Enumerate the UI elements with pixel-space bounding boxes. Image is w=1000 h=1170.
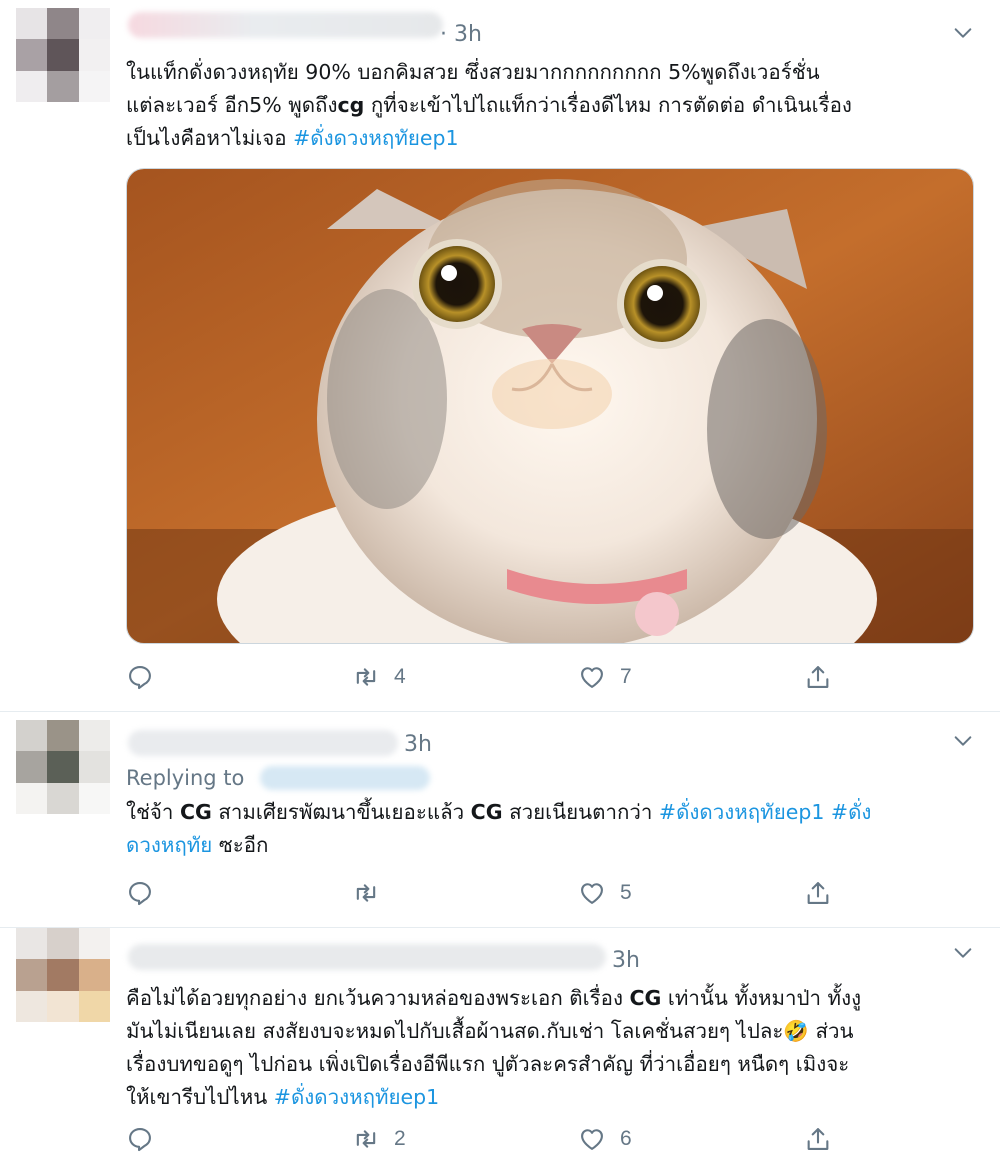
tweet-text-segment: เท่านั้น ทั้งหมาป่า ทั้งงู: [661, 986, 862, 1010]
share-button[interactable]: [804, 1122, 832, 1156]
like-button[interactable]: 7: [578, 660, 632, 694]
like-button[interactable]: 6: [578, 1122, 632, 1156]
reply-button[interactable]: [126, 1122, 154, 1156]
avatar[interactable]: [16, 8, 110, 102]
retweet-icon: [356, 884, 376, 902]
tweet-text-segment: เรื่องบทขอดูๆ ไปก่อน เพิ่งเปิดเรื่องอีพี…: [126, 1052, 850, 1076]
retweet-button[interactable]: [352, 876, 394, 910]
tweet-text-segment: สามเศียรพัฒนาขึ้นเยอะแล้ว: [211, 800, 471, 824]
tweet-text-segment: CG: [629, 986, 662, 1010]
tweet-text-segment: มันไม่เนียนเลย สงสัยงบจะหมดไปกับเสื้อผ้า…: [126, 1019, 854, 1043]
tweet-text-segment: สวยเนียนตากว่า: [502, 800, 659, 824]
tweet-text-segment: cg: [337, 93, 365, 117]
tweet-text: คือไม่ได้อวยทุกอย่าง ยกเว้นความหล่อของพร…: [126, 982, 976, 1114]
comment-icon: [129, 882, 151, 906]
comment-icon: [129, 666, 151, 690]
share-button[interactable]: [804, 876, 832, 910]
tweet-text: ในแท็กดั่งดวงหฤทัย 90% บอกคิมสวย ซึ่งสวย…: [126, 56, 976, 155]
tweet-timestamp[interactable]: · 3h: [440, 22, 482, 47]
retweet-button[interactable]: 4: [352, 660, 406, 694]
share-icon: [807, 882, 829, 904]
tweet-text-segment: CG: [179, 800, 212, 824]
retweet-icon: [356, 668, 376, 686]
hashtag-link[interactable]: #ดั่ง: [824, 800, 872, 824]
tweet-photo-surprised-cat[interactable]: [126, 168, 974, 644]
tweet-2[interactable]: 3h Replying to ใช่จ้า CG สามเศียรพัฒนาขึ…: [0, 712, 1000, 928]
tweet-text: ใช่จ้า CG สามเศียรพัฒนาขึ้นเยอะแล้ว CG ส…: [126, 796, 976, 862]
share-button[interactable]: [804, 660, 832, 694]
comment-icon: [129, 1128, 151, 1152]
avatar[interactable]: [16, 928, 110, 1022]
tweet-text-segment: ในแท็กดั่งดวงหฤทัย 90% บอกคิมสวย ซึ่งสวย…: [126, 60, 820, 84]
like-count: 7: [620, 665, 632, 688]
tweet-actions: 5: [126, 876, 846, 910]
tweet-3[interactable]: 3h คือไม่ได้อวยทุกอย่าง ยกเว้นความหล่อขอ…: [0, 928, 1000, 1170]
like-button[interactable]: 5: [578, 876, 632, 910]
tweet-1[interactable]: · 3h ในแท็กดั่งดวงหฤทัย 90% บอกคิมสวย ซึ…: [0, 0, 1000, 712]
heart-icon: [581, 1129, 603, 1150]
hashtag-link[interactable]: ดวงหฤทัย: [126, 833, 212, 857]
retweet-icon: [356, 1130, 376, 1148]
author-name-redacted[interactable]: [128, 730, 398, 756]
hashtag-link[interactable]: #ดั่งดวงหฤทัยep1: [274, 1085, 439, 1109]
reply-button[interactable]: [126, 876, 154, 910]
tweet-text-segment: ใช่จ้า: [126, 800, 180, 824]
reply-button[interactable]: [126, 660, 154, 694]
like-count: 6: [620, 1127, 632, 1150]
retweet-count: 2: [394, 1127, 406, 1150]
tweet-text-segment: ให้เขารีบไปไหน: [126, 1085, 274, 1109]
tweet-timestamp[interactable]: 3h: [612, 948, 640, 973]
tweet-text-segment: คือไม่ได้อวยทุกอย่าง ยกเว้นความหล่อของพร…: [126, 986, 630, 1010]
hashtag-link[interactable]: #ดั่งดวงหฤทัยep1: [659, 800, 824, 824]
replying-to-handle-redacted[interactable]: [260, 766, 430, 790]
share-icon: [807, 666, 829, 688]
like-count: 5: [620, 881, 632, 904]
chevron-down-icon[interactable]: [952, 22, 974, 44]
tweet-actions: 2 6: [126, 1122, 846, 1156]
tweet-text-segment: CG: [470, 800, 503, 824]
tweet-text-segment: เป็นไงคือหาไม่เจอ: [126, 126, 294, 150]
hashtag-link[interactable]: #ดั่งดวงหฤทัยep1: [293, 126, 458, 150]
tweet-actions: 4 7: [126, 660, 846, 694]
replying-to-label: Replying to: [126, 766, 245, 790]
avatar[interactable]: [16, 720, 110, 814]
tweet-text-segment: แต่ละเวอร์ อีก5% พูดถึง: [126, 93, 338, 117]
heart-icon: [581, 883, 603, 904]
author-name-redacted[interactable]: [128, 12, 443, 38]
tweet-timestamp[interactable]: 3h: [404, 732, 432, 757]
chevron-down-icon[interactable]: [952, 942, 974, 964]
author-name-redacted[interactable]: [128, 944, 606, 970]
heart-icon: [581, 667, 603, 688]
retweet-count: 4: [394, 665, 406, 688]
tweet-text-segment: ซะอีก: [212, 833, 269, 857]
share-icon: [807, 1128, 829, 1150]
chevron-down-icon[interactable]: [952, 730, 974, 752]
retweet-button[interactable]: 2: [352, 1122, 406, 1156]
tweet-text-segment: กูที่จะเข้าไปไถแท็กว่าเรื่องดีไหม การตัด…: [364, 93, 852, 117]
cat-photo: [127, 169, 973, 643]
